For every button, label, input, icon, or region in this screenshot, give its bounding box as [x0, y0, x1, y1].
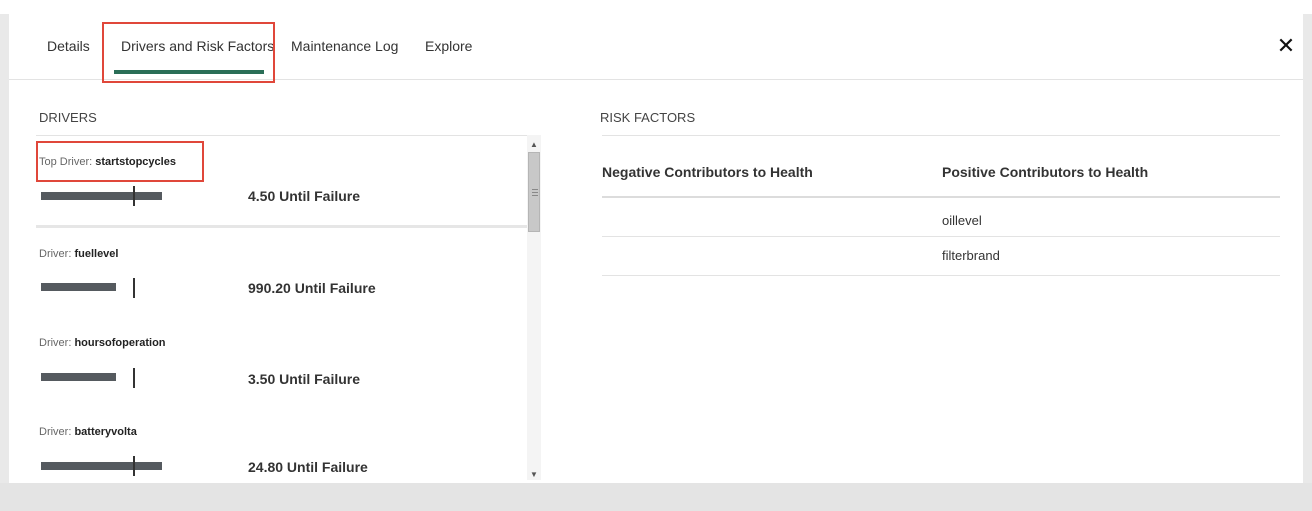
driver-marker: [133, 368, 135, 388]
tab-details[interactable]: Details: [47, 38, 90, 58]
drivers-title: DRIVERS: [39, 110, 97, 125]
frame-top: [0, 0, 1312, 14]
risk-factors-row-divider: [602, 275, 1280, 276]
driver-marker: [133, 278, 135, 298]
tab-explore[interactable]: Explore: [425, 38, 472, 58]
driver-until-failure: 990.20 Until Failure: [248, 280, 376, 296]
driver-prefix: Driver:: [39, 337, 72, 349]
risk-factors-top-divider: [602, 135, 1280, 136]
driver-name: batteryvolta: [74, 426, 137, 438]
positive-contributor-cell: oillevel: [942, 213, 982, 228]
close-button[interactable]: ✕: [1275, 34, 1297, 58]
driver-name: hoursofoperation: [74, 337, 166, 349]
negative-contributors-header: Negative Contributors to Health: [602, 164, 813, 180]
driver-bar: [41, 192, 162, 200]
driver-marker: [133, 186, 135, 206]
driver-label: Driver: fuellevel: [39, 248, 118, 260]
driver-until-failure: 24.80 Until Failure: [248, 459, 368, 475]
driver-name: fuellevel: [74, 248, 119, 260]
driver-item: Driver: hoursofoperation 3.50 Until Fail…: [36, 320, 527, 409]
driver-bar: [41, 462, 162, 470]
frame-left: [0, 14, 9, 511]
top-driver-highlight: [36, 141, 204, 182]
driver-until-failure: 3.50 Until Failure: [248, 371, 361, 387]
asset-details-modal: Details Drivers and Risk Factors Mainten…: [9, 14, 1303, 483]
positive-contributors-header: Positive Contributors to Health: [942, 164, 1149, 180]
driver-label: Driver: batteryvolta: [39, 426, 137, 438]
scroll-down-icon[interactable]: ▼: [527, 469, 541, 481]
frame-right: [1303, 14, 1312, 511]
frame-bottom: [0, 483, 1312, 511]
tab-bar: Details Drivers and Risk Factors Mainten…: [9, 14, 1303, 83]
scroll-grip-line: [532, 189, 538, 190]
driver-until-failure: 4.50 Until Failure: [248, 188, 361, 204]
risk-factors-title: RISK FACTORS: [600, 110, 696, 125]
page: Details Drivers and Risk Factors Mainten…: [0, 0, 1312, 511]
tab-maintenance-log[interactable]: Maintenance Log: [291, 38, 398, 58]
risk-factors-header-divider: [602, 196, 1280, 198]
scroll-thumb[interactable]: [528, 152, 540, 232]
driver-bar: [41, 283, 116, 291]
scroll-up-icon[interactable]: ▲: [527, 139, 541, 151]
driver-item: Driver: batteryvolta 24.80 Until Failure: [36, 409, 527, 481]
driver-item: Driver: fuellevel 990.20 Until Failure: [36, 228, 527, 317]
positive-contributor-cell: filterbrand: [942, 248, 1000, 263]
scroll-grip-line: [532, 195, 538, 196]
risk-factors-row-divider: [602, 236, 1280, 237]
driver-bar: [41, 373, 116, 381]
driver-label: Driver: hoursofoperation: [39, 337, 166, 349]
close-icon: ✕: [1276, 33, 1296, 58]
driver-marker: [133, 456, 135, 476]
drivers-list: Top Driver: startstopcycles 4.50 Until F…: [36, 135, 527, 481]
active-tab-underline: [114, 70, 264, 74]
driver-prefix: Driver:: [39, 426, 72, 438]
scroll-grip-line: [532, 192, 538, 193]
driver-prefix: Driver:: [39, 248, 72, 260]
